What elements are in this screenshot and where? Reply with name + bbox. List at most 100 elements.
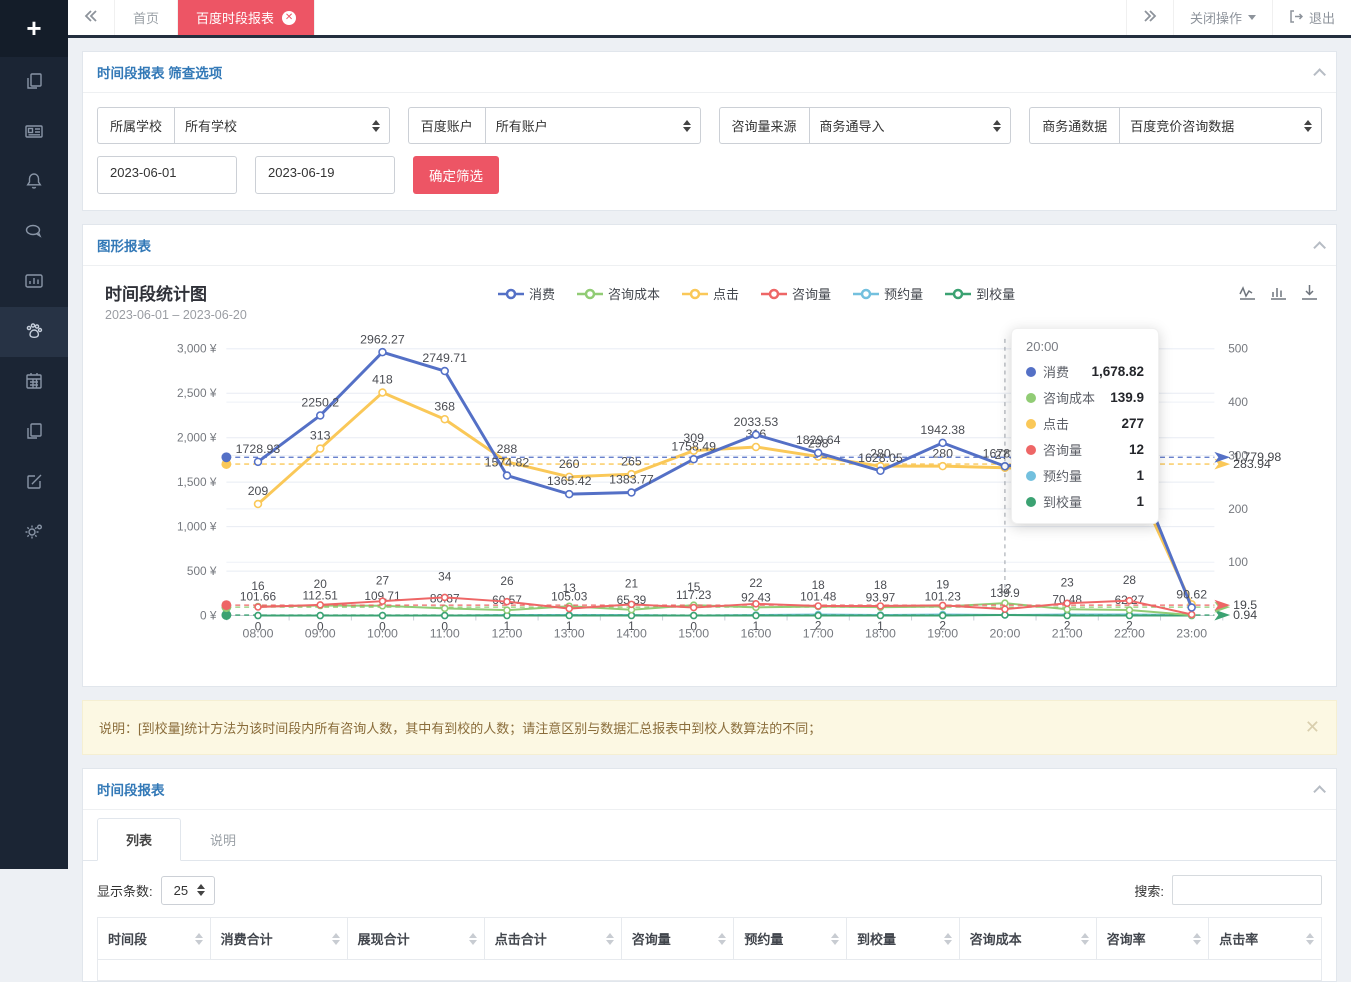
svg-text:260: 260 bbox=[559, 457, 580, 471]
notice-bar: 说明：[到校量]统计方法为该时间段内所有咨询人数，其中有到校的人数；请注意区别与… bbox=[82, 700, 1337, 755]
filter-swt-data-select[interactable]: 百度竞价咨询数据 bbox=[1119, 107, 1322, 144]
column-header-点击合计[interactable]: 点击合计 bbox=[484, 918, 621, 960]
bell-icon bbox=[23, 170, 45, 195]
line-chart-toggle-icon[interactable] bbox=[1239, 284, 1256, 304]
search-label: 搜索: bbox=[1134, 881, 1164, 900]
svg-text:400: 400 bbox=[1228, 395, 1248, 409]
legend-item-到校量[interactable]: 到校量 bbox=[945, 284, 1015, 303]
sort-icon[interactable] bbox=[1306, 933, 1314, 945]
sort-icon[interactable] bbox=[944, 933, 952, 945]
calendar-icon bbox=[23, 370, 45, 395]
column-header-展现合计[interactable]: 展现合计 bbox=[347, 918, 484, 960]
collapse-table-icon[interactable] bbox=[1313, 785, 1326, 798]
svg-text:22: 22 bbox=[749, 576, 762, 590]
sort-icon[interactable] bbox=[831, 933, 839, 945]
svg-text:288: 288 bbox=[497, 442, 518, 456]
scroll-tabs-left-button[interactable] bbox=[68, 0, 115, 35]
legend-item-咨询成本[interactable]: 咨询成本 bbox=[577, 284, 660, 303]
legend-marker-icon bbox=[945, 288, 971, 300]
date-from-input[interactable]: 2023-06-01 bbox=[97, 156, 237, 194]
column-header-消费合计[interactable]: 消费合计 bbox=[210, 918, 347, 960]
column-header-到校量[interactable]: 到校量 bbox=[846, 918, 959, 960]
sidebar-item-documents[interactable] bbox=[0, 407, 68, 457]
legend-item-咨询量[interactable]: 咨询量 bbox=[761, 284, 831, 303]
column-header-咨询量[interactable]: 咨询量 bbox=[621, 918, 734, 960]
sort-icon[interactable] bbox=[1193, 933, 1201, 945]
sidebar-item-notifications[interactable] bbox=[0, 157, 68, 207]
sort-icon[interactable] bbox=[1081, 933, 1089, 945]
column-header-咨询成本[interactable]: 咨询成本 bbox=[959, 918, 1096, 960]
svg-text:1: 1 bbox=[504, 619, 511, 633]
bar-chart-toggle-icon[interactable] bbox=[1270, 284, 1287, 304]
svg-text:1,500 ¥: 1,500 ¥ bbox=[177, 475, 217, 489]
gears-icon bbox=[23, 520, 45, 545]
svg-text:209: 209 bbox=[248, 484, 269, 498]
sidebar-item-baidu[interactable] bbox=[0, 307, 68, 357]
legend-item-消费[interactable]: 消费 bbox=[498, 284, 555, 303]
collapse-chart-icon[interactable] bbox=[1313, 241, 1326, 254]
filter-inquiry-source: 咨询量来源 商务通导入 bbox=[719, 107, 1012, 144]
confirm-filter-button[interactable]: 确定筛选 bbox=[413, 156, 499, 194]
series-dot-icon bbox=[1026, 445, 1036, 455]
svg-text:2: 2 bbox=[815, 618, 822, 632]
svg-text:0: 0 bbox=[317, 619, 324, 633]
sidebar-item-copy[interactable] bbox=[0, 57, 68, 107]
filter-account-value: 所有账户 bbox=[496, 119, 548, 134]
table-panel-title: 时间段报表 bbox=[97, 779, 165, 799]
column-header-点击率[interactable]: 点击率 bbox=[1209, 918, 1322, 960]
column-header-时间段[interactable]: 时间段 bbox=[98, 918, 211, 960]
chart-panel: 图形报表 时间段统计图 2023-06-01 – 2023-06-20 消费咨询… bbox=[82, 224, 1337, 687]
sidebar-item-edit[interactable] bbox=[0, 457, 68, 507]
column-header-预约量[interactable]: 预约量 bbox=[734, 918, 847, 960]
close-notice-icon[interactable]: ✕ bbox=[1305, 717, 1320, 738]
sidebar-item-settings[interactable] bbox=[0, 507, 68, 557]
sidebar-item-messages[interactable] bbox=[0, 207, 68, 257]
close-operations-dropdown[interactable]: 关闭操作 bbox=[1173, 0, 1272, 35]
logout-icon bbox=[1289, 10, 1303, 26]
svg-text:12: 12 bbox=[998, 581, 1011, 595]
svg-text:1: 1 bbox=[877, 619, 884, 633]
download-icon[interactable] bbox=[1301, 284, 1318, 304]
svg-text:418: 418 bbox=[372, 373, 393, 387]
sidebar-item-calendar[interactable] bbox=[0, 357, 68, 407]
sort-icon[interactable] bbox=[195, 933, 203, 945]
scroll-tabs-right-button[interactable] bbox=[1126, 0, 1173, 35]
sidebar-item-idcard[interactable] bbox=[0, 107, 68, 157]
svg-text:0: 0 bbox=[690, 619, 697, 633]
sort-icon[interactable] bbox=[606, 933, 614, 945]
close-tab-icon[interactable]: ✕ bbox=[282, 11, 296, 25]
sidebar-item-reports[interactable] bbox=[0, 257, 68, 307]
tab-home[interactable]: 首页 bbox=[115, 0, 178, 35]
tooltip-row: 预约量1 bbox=[1026, 466, 1144, 485]
page-size-label: 显示条数: bbox=[97, 881, 153, 900]
series-dot-icon bbox=[1026, 471, 1036, 481]
sort-icon[interactable] bbox=[469, 933, 477, 945]
filter-panel: 时间段报表 筛查选项 所属学校 所有学校 百度账户 所有账户 bbox=[82, 51, 1337, 211]
filter-school: 所属学校 所有学校 bbox=[97, 107, 390, 144]
svg-text:2,000 ¥: 2,000 ¥ bbox=[177, 431, 217, 445]
filter-account-select[interactable]: 所有账户 bbox=[485, 107, 701, 144]
tab-list[interactable]: 列表 bbox=[97, 818, 181, 861]
filter-school-select[interactable]: 所有学校 bbox=[174, 107, 390, 144]
tab-description[interactable]: 说明 bbox=[181, 818, 265, 861]
add-button[interactable]: + bbox=[0, 0, 68, 57]
sort-icon[interactable] bbox=[332, 933, 340, 945]
page-size-select[interactable]: 25 bbox=[161, 876, 215, 905]
legend-item-点击[interactable]: 点击 bbox=[682, 284, 739, 303]
sort-icon[interactable] bbox=[718, 933, 726, 945]
date-to-input[interactable]: 2023-06-19 bbox=[255, 156, 395, 194]
search-input[interactable] bbox=[1172, 875, 1322, 905]
collapse-filter-icon[interactable] bbox=[1313, 68, 1326, 81]
chat-icon bbox=[23, 220, 45, 245]
column-header-咨询率[interactable]: 咨询率 bbox=[1096, 918, 1209, 960]
svg-text:16: 16 bbox=[251, 579, 265, 593]
caret-down-icon bbox=[1248, 15, 1256, 20]
svg-text:23:00: 23:00 bbox=[1176, 626, 1207, 640]
filter-inquiry-source-select[interactable]: 商务通导入 bbox=[809, 107, 1012, 144]
legend-marker-icon bbox=[498, 288, 524, 300]
legend-item-预约量[interactable]: 预约量 bbox=[853, 284, 923, 303]
tab-baidu-report[interactable]: 百度时段报表 ✕ bbox=[178, 0, 315, 35]
logout-button[interactable]: 退出 bbox=[1272, 0, 1351, 35]
documents-icon bbox=[23, 420, 45, 445]
filter-panel-title: 时间段报表 筛查选项 bbox=[97, 62, 222, 82]
